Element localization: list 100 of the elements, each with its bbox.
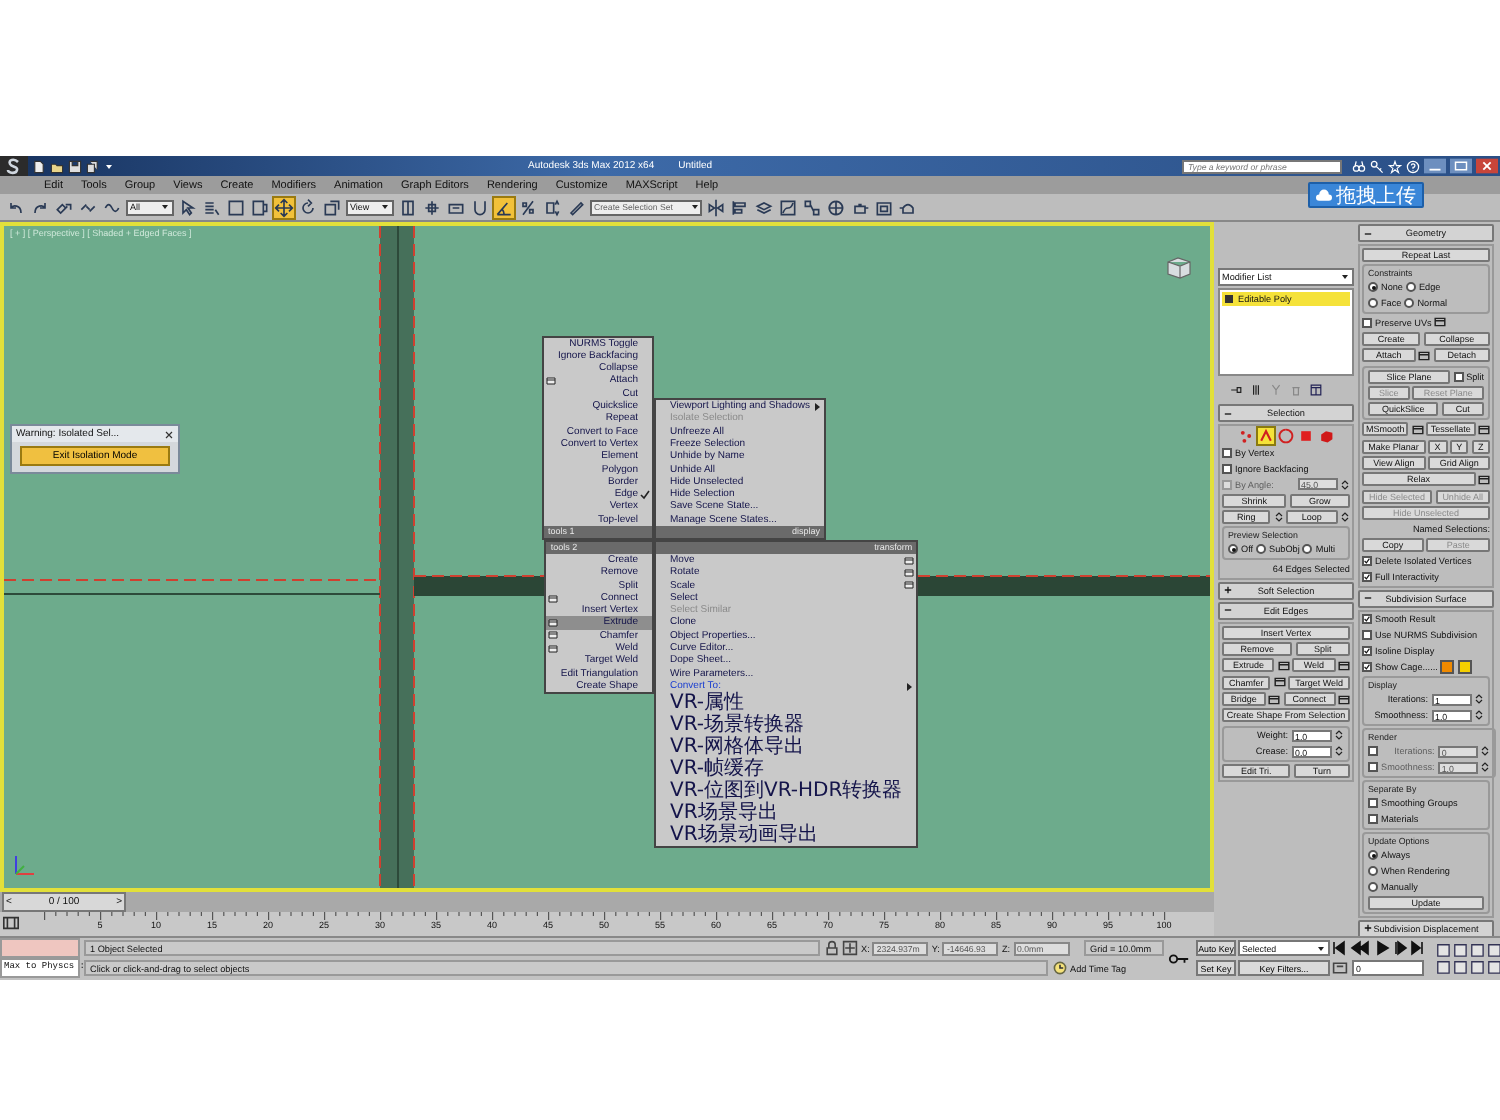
crosshair-box-icon[interactable] — [842, 940, 858, 956]
settings-icon[interactable] — [1277, 659, 1290, 672]
menu-item[interactable]: VR-帧缓存 — [656, 758, 917, 781]
playback-controls-icon[interactable] — [1332, 940, 1428, 956]
align-bars-icon[interactable] — [730, 197, 750, 217]
viewport-navigation-icons[interactable] — [1434, 940, 1500, 976]
settings-icon[interactable] — [1418, 349, 1431, 362]
settings-icon[interactable] — [1411, 423, 1424, 436]
list-icon[interactable] — [202, 197, 222, 217]
listener-output-field[interactable] — [0, 938, 80, 958]
spinner-arrows-icon[interactable] — [1340, 479, 1350, 490]
settings-icon[interactable] — [548, 618, 559, 629]
caret-icon[interactable] — [104, 159, 114, 173]
maximize-icon[interactable] — [1450, 158, 1472, 174]
close-icon[interactable] — [164, 429, 174, 439]
menu-item[interactable]: VR场景动画导出 — [656, 824, 917, 847]
spinner-arrows-icon[interactable] — [1340, 511, 1350, 522]
spinner-icon[interactable] — [542, 197, 562, 217]
undo-arrow-icon[interactable] — [6, 197, 26, 217]
radio-button[interactable] — [1368, 298, 1378, 309]
menu-item[interactable]: VR-场景转换器 — [656, 714, 917, 737]
menu-item[interactable]: VR-网格体导出 — [656, 736, 917, 759]
magnet-icon[interactable] — [470, 197, 490, 217]
settings-icon[interactable] — [904, 567, 915, 578]
spinner-arrows-icon[interactable] — [1480, 746, 1491, 757]
settings-icon[interactable] — [1338, 659, 1350, 672]
radio-button[interactable] — [1368, 850, 1378, 861]
radio-button[interactable] — [1368, 865, 1378, 876]
spinner-arrows-icon[interactable] — [1474, 710, 1484, 721]
settings-icon[interactable] — [1268, 693, 1281, 706]
checkbox[interactable] — [1368, 746, 1378, 757]
checkbox[interactable] — [1362, 614, 1372, 625]
settings-icon[interactable] — [548, 643, 559, 654]
settings-icon[interactable] — [904, 555, 915, 566]
padlock-icon[interactable] — [823, 940, 839, 956]
triangle-edges-icon[interactable] — [1258, 428, 1274, 444]
layers-icon[interactable] — [754, 197, 774, 217]
checkbox[interactable] — [1453, 371, 1464, 382]
spinner-arrows-icon[interactable] — [1273, 511, 1284, 522]
frame-window-icon[interactable] — [874, 197, 894, 217]
settings-icon[interactable] — [904, 580, 915, 591]
settings-icon[interactable] — [548, 593, 559, 604]
dots-icon[interactable] — [1238, 428, 1254, 444]
window-frame-icon[interactable] — [250, 197, 270, 217]
checkbox[interactable] — [1368, 798, 1378, 809]
binoculars-icon[interactable] — [1352, 159, 1366, 173]
radio-button[interactable] — [1405, 282, 1416, 293]
radio-button[interactable] — [1368, 881, 1378, 892]
menu-item[interactable]: VR-位图到VR-HDR转换器 — [656, 780, 917, 803]
settings-icon[interactable] — [1273, 676, 1286, 689]
spinner-arrows-icon[interactable] — [1480, 762, 1491, 773]
checkbox[interactable] — [1362, 645, 1372, 656]
menu-item[interactable]: VR场景导出 — [656, 802, 917, 825]
checkbox[interactable] — [1222, 463, 1232, 474]
color-swatch[interactable] — [1440, 660, 1455, 675]
app-logo-icon[interactable] — [0, 156, 28, 176]
checkbox[interactable] — [1362, 630, 1372, 641]
mirror-icon[interactable] — [706, 197, 726, 217]
checkbox[interactable] — [1362, 571, 1372, 582]
curve-graph-icon[interactable] — [778, 197, 798, 217]
checkbox[interactable] — [1222, 448, 1232, 459]
square-icon[interactable] — [1298, 428, 1314, 444]
redo-arrow-icon[interactable] — [30, 197, 50, 217]
dashed-square-icon[interactable] — [226, 197, 246, 217]
window-grid-icon[interactable] — [1310, 384, 1322, 396]
radio-button[interactable] — [1302, 544, 1313, 555]
checkbox[interactable] — [1368, 813, 1378, 824]
four-way-arrow-icon[interactable] — [274, 197, 294, 217]
key-icon[interactable] — [1370, 159, 1384, 173]
settings-icon[interactable] — [1434, 316, 1447, 329]
cursor-arrow-icon[interactable] — [178, 197, 198, 217]
color-swatch[interactable] — [1457, 660, 1472, 675]
help-icon[interactable] — [1406, 159, 1420, 173]
filmstrip-icon[interactable] — [2, 914, 20, 932]
percent-icon[interactable] — [518, 197, 538, 217]
checkbox[interactable] — [1362, 556, 1372, 567]
vertical-bars-icon[interactable] — [1250, 384, 1262, 396]
minimize-icon[interactable] — [1424, 158, 1446, 174]
clock-icon[interactable] — [1051, 960, 1067, 976]
radio-button[interactable] — [1256, 544, 1267, 555]
node-graph-icon[interactable] — [802, 197, 822, 217]
sphere-grid-icon[interactable] — [826, 197, 846, 217]
time-config-icon[interactable] — [1332, 960, 1348, 976]
spinner-arrows-icon[interactable] — [1334, 746, 1344, 757]
checkbox[interactable] — [1362, 662, 1372, 673]
upload-button[interactable]: 拖拽上传 — [1308, 182, 1424, 208]
spinner-arrows-icon[interactable] — [1474, 694, 1484, 705]
menu-item[interactable]: VR-属性 — [656, 692, 917, 715]
star-icon[interactable] — [1388, 159, 1402, 173]
checkbox[interactable] — [1368, 762, 1378, 773]
settings-icon[interactable] — [548, 630, 559, 641]
settings-icon[interactable] — [545, 376, 556, 387]
stacked-pages-icon[interactable] — [86, 159, 100, 173]
circular-arrow-icon[interactable] — [298, 197, 318, 217]
settings-icon[interactable] — [1478, 473, 1490, 486]
cube-icon[interactable] — [1318, 428, 1334, 444]
cross-node-icon[interactable] — [422, 197, 442, 217]
pencil-icon[interactable] — [566, 197, 586, 217]
settings-icon[interactable] — [1478, 423, 1490, 436]
settings-icon[interactable] — [1338, 693, 1350, 706]
